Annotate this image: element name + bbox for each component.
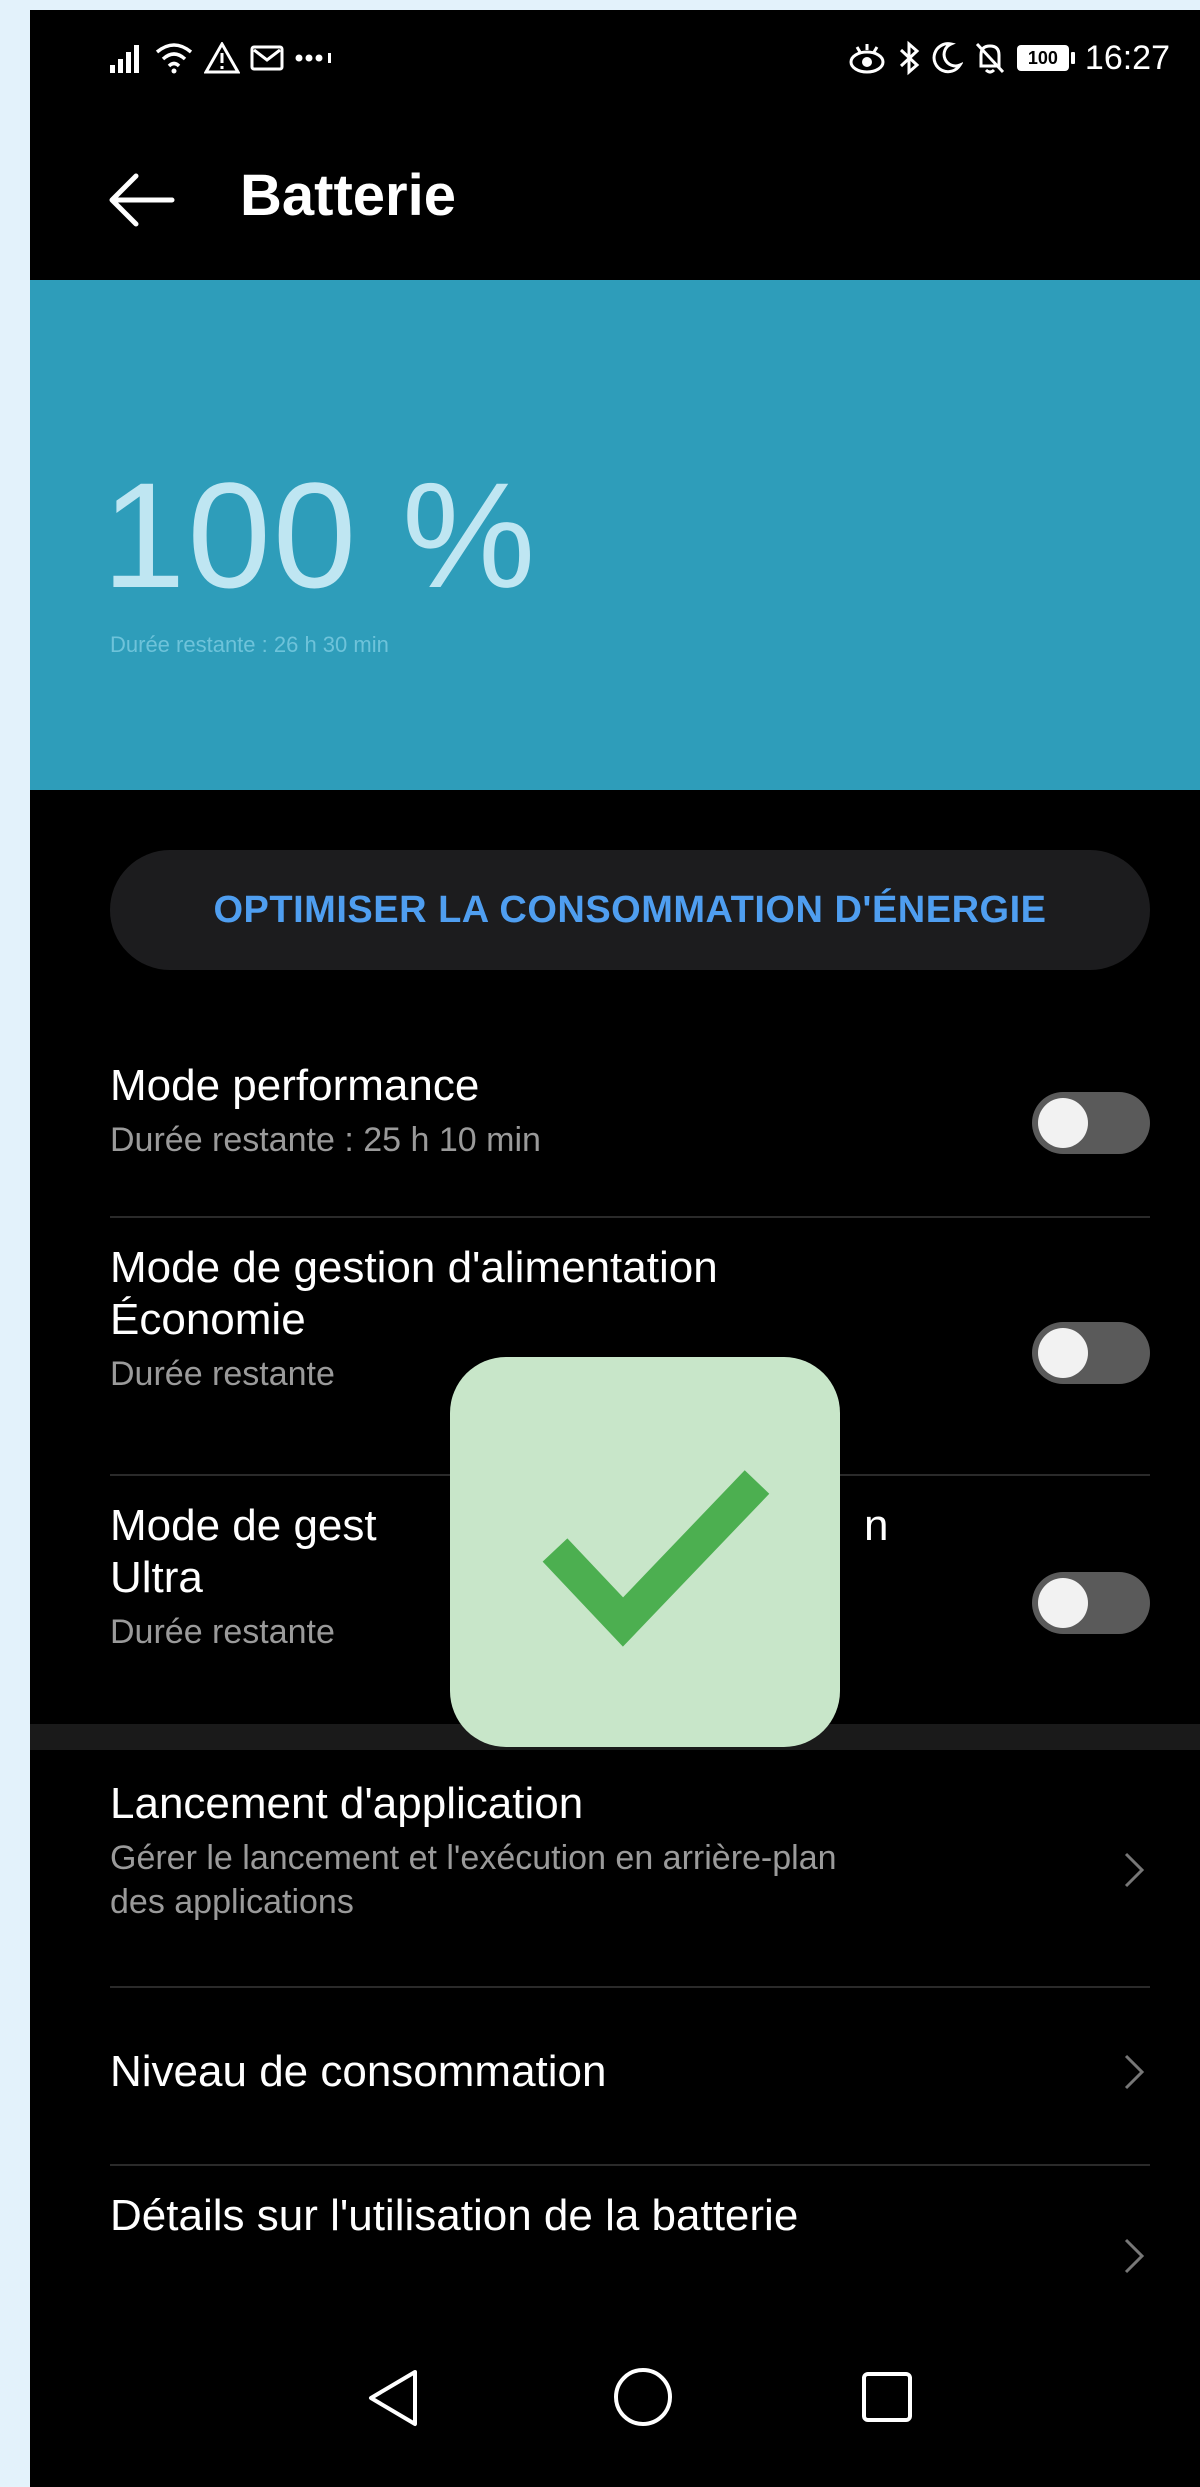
- optimize-energy-button[interactable]: OPTIMISER LA CONSOMMATION D'ÉNERGIE: [110, 850, 1150, 970]
- consumption-level-title: Niveau de consommation: [110, 2047, 607, 2096]
- chevron-right-icon: [1124, 2054, 1145, 2090]
- chevron-right-icon: [1124, 1852, 1145, 1888]
- mode-performance-toggle[interactable]: [1032, 1092, 1150, 1154]
- do-not-disturb-moon-icon: [932, 42, 963, 74]
- mode-performance-title: Mode performance: [110, 1061, 480, 1110]
- chevron-right-icon: [1124, 2238, 1145, 2274]
- phone-screen: 100 16:27 Batterie 100 % Durée restante …: [30, 10, 1200, 2487]
- mode-economie-toggle[interactable]: [1032, 1322, 1150, 1384]
- battery-hero: 100 % Durée restante : 26 h 30 min: [30, 280, 1200, 790]
- success-check-overlay: [450, 1357, 840, 1747]
- toggle-knob: [1038, 1098, 1088, 1148]
- signal-icon: [110, 45, 139, 73]
- nav-back-triangle-icon[interactable]: [363, 2366, 423, 2430]
- status-icons-left: [110, 38, 334, 78]
- mode-ultra-title-start: Mode de gest: [110, 1501, 377, 1550]
- battery-percentage: 100 %: [102, 451, 538, 619]
- nav-home-circle-icon[interactable]: [612, 2366, 674, 2428]
- mail-icon: [250, 45, 284, 71]
- more-notifications-icon: [295, 53, 331, 63]
- battery-status-icon: 100: [1016, 45, 1075, 71]
- toggle-knob: [1038, 1578, 1088, 1628]
- mode-economie-title: Mode de gestion d'alimentation Économie: [110, 1243, 718, 1344]
- divider: [110, 2164, 1150, 2166]
- battery-tip: [1070, 52, 1075, 64]
- toggle-knob: [1038, 1328, 1088, 1378]
- mode-ultra-toggle[interactable]: [1032, 1572, 1150, 1634]
- bluetooth-icon: [899, 40, 920, 76]
- status-bar: 100 16:27: [30, 10, 1200, 110]
- mode-performance-subtitle: Durée restante : 25 h 10 min: [110, 1121, 541, 1159]
- consumption-level-row[interactable]: Niveau de consommation: [110, 2046, 1150, 2098]
- divider: [110, 1986, 1150, 1988]
- page-title: Batterie: [240, 163, 456, 228]
- checkmark-icon: [542, 1470, 770, 1647]
- nav-recent-apps-square-icon[interactable]: [860, 2370, 914, 2424]
- wifi-icon: [155, 43, 193, 74]
- status-time: 16:27: [1084, 38, 1170, 77]
- app-launch-title: Lancement d'application: [110, 1779, 584, 1828]
- navigation-bar: [30, 2330, 1200, 2487]
- app-bar: Batterie: [30, 110, 1200, 290]
- app-launch-subtitle: Gérer le lancement et l'exécution en arr…: [110, 1839, 837, 1921]
- app-launch-row[interactable]: Lancement d'application Gérer le lanceme…: [110, 1778, 1010, 1924]
- battery-remaining-time: Durée restante : 26 h 30 min: [110, 632, 389, 657]
- divider: [110, 1216, 1150, 1218]
- battery-usage-details-title: Détails sur l'utilisation de la batterie: [110, 2191, 799, 2240]
- battery-status-level: 100: [1016, 45, 1069, 71]
- mode-ultra-title-tail: n: [864, 1501, 889, 1550]
- status-icons-right: 100 16:27: [847, 36, 1170, 80]
- warning-icon: [204, 42, 240, 74]
- silent-bell-icon: [975, 42, 1005, 74]
- mode-performance-row[interactable]: Mode performance Durée restante : 25 h 1…: [110, 1060, 1150, 1162]
- battery-usage-details-row[interactable]: Détails sur l'utilisation de la batterie: [110, 2190, 810, 2242]
- eye-comfort-icon: [849, 44, 885, 74]
- back-arrow-icon[interactable]: [106, 170, 176, 230]
